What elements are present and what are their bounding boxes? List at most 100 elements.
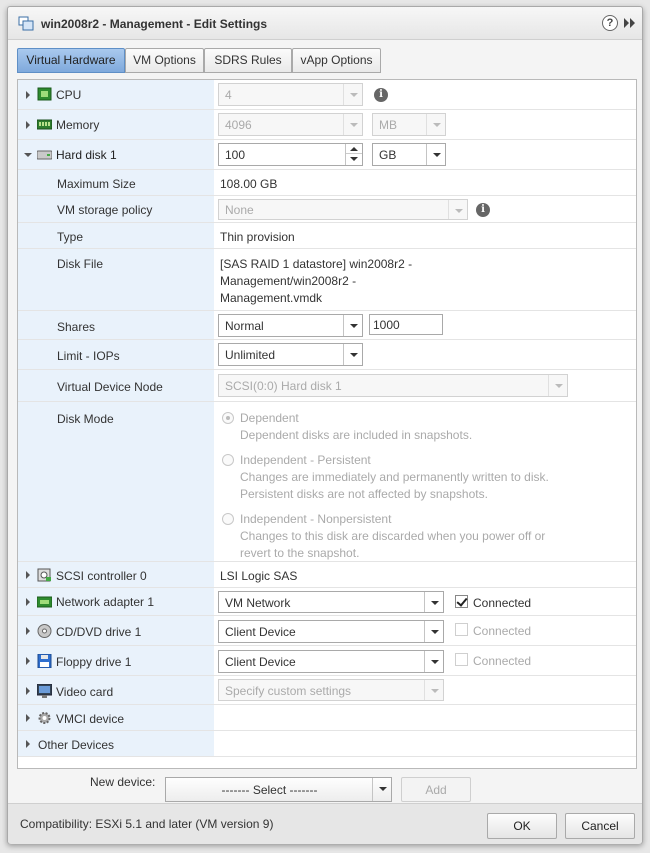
- chevron-down-icon: [372, 778, 391, 801]
- disk-mode-title: Independent - Nonpersistent: [240, 512, 392, 526]
- virtual-device-node-select[interactable]: SCSI(0:0) Hard disk 1: [218, 374, 568, 397]
- max-size-row: Maximum Size 108.00 GB: [18, 170, 636, 196]
- disk-mode-title: Dependent: [240, 411, 299, 425]
- memory-expand-icon[interactable]: [26, 121, 30, 129]
- scsi-controller-value: LSI Logic SAS: [220, 569, 298, 583]
- tab-sdrs-rules[interactable]: SDRS Rules: [204, 48, 292, 73]
- limit-select[interactable]: Unlimited: [218, 343, 363, 366]
- vmci-expand-icon[interactable]: [26, 714, 30, 722]
- disk-mode-description: revert to the snapshot.: [240, 546, 360, 560]
- title-bar: win2008r2 - Management - Edit Settings ?: [8, 7, 642, 40]
- other-devices-row: Other Devices: [18, 731, 636, 757]
- network-adapter-row: Network adapter 1 VM Network Connected: [18, 588, 636, 616]
- scsi-expand-icon[interactable]: [26, 571, 30, 579]
- chevron-down-icon: [424, 680, 443, 700]
- memory-label: Memory: [56, 118, 100, 132]
- cpu-select[interactable]: 4: [218, 83, 363, 106]
- hard-disk-row: Hard disk 1 100 GB: [18, 140, 636, 170]
- limit-label: Limit - IOPs: [57, 349, 120, 363]
- disk-mode-nonpersistent-radio[interactable]: [222, 513, 234, 525]
- cpu-expand-icon[interactable]: [26, 91, 30, 99]
- chevron-down-icon: [343, 344, 362, 365]
- tab-vm-options[interactable]: VM Options: [125, 48, 204, 73]
- chevron-down-icon: [424, 592, 443, 612]
- floppy-expand-icon[interactable]: [26, 657, 30, 665]
- network-connected-label: Connected: [473, 596, 532, 610]
- help-icon[interactable]: ?: [602, 15, 618, 31]
- cd-dvd-expand-icon[interactable]: [26, 627, 30, 635]
- stepper-up-icon[interactable]: [346, 144, 362, 154]
- cd-dvd-label: CD/DVD drive 1: [56, 625, 142, 639]
- disk-mode-description: Persistent disks are not affected by sna…: [240, 487, 488, 501]
- info-icon[interactable]: i: [374, 88, 388, 102]
- shares-select[interactable]: Normal: [218, 314, 363, 337]
- video-card-select[interactable]: Specify custom settings: [218, 679, 444, 701]
- add-device-button[interactable]: Add: [401, 777, 471, 802]
- disk-mode-description: Changes are immediately and permanently …: [240, 470, 549, 484]
- footer-bar: Compatibility: ESXi 5.1 and later (VM ve…: [8, 803, 642, 844]
- disk-mode-persistent-radio[interactable]: [222, 454, 234, 466]
- max-size-value: 108.00 GB: [220, 177, 278, 191]
- type-label: Type: [57, 230, 84, 244]
- memory-row: Memory 4096 MB: [18, 110, 636, 140]
- floppy-row: Floppy drive 1 Client Device Connected: [18, 646, 636, 676]
- disk-mode-dependent-radio[interactable]: [222, 412, 234, 424]
- hard-disk-unit-select[interactable]: GB: [372, 143, 446, 166]
- disk-mode-description: Changes to this disk are discarded when …: [240, 529, 546, 543]
- vm-icon: [18, 16, 34, 31]
- chevron-down-icon: [426, 114, 445, 135]
- video-card-label: Video card: [56, 685, 114, 699]
- network-connected-checkbox[interactable]: [455, 595, 468, 608]
- memory-input[interactable]: 4096: [218, 113, 363, 136]
- disk-file-row: Disk File [SAS RAID 1 datastore] win2008…: [18, 249, 636, 311]
- tab-virtual-hardware[interactable]: Virtual Hardware: [17, 48, 125, 73]
- shares-row: Shares Normal 1000: [18, 311, 636, 340]
- shares-label: Shares: [57, 320, 96, 334]
- dialog-title: win2008r2 - Management - Edit Settings: [41, 17, 268, 31]
- cd-dvd-select[interactable]: Client Device: [218, 620, 444, 643]
- new-device-select[interactable]: ------- Select -------: [165, 777, 392, 802]
- hard-disk-size-input[interactable]: 100: [218, 143, 363, 166]
- chevron-down-icon: [426, 144, 445, 165]
- network-expand-icon[interactable]: [26, 598, 30, 606]
- new-device-area: New device: ------- Select ------- Add: [8, 773, 644, 807]
- cancel-button[interactable]: Cancel: [565, 813, 635, 839]
- stepper-down-icon[interactable]: [346, 154, 362, 164]
- disk-file-line: Management.vmdk: [220, 291, 323, 305]
- video-card-icon: [37, 684, 52, 698]
- floppy-connected-checkbox[interactable]: [455, 653, 468, 666]
- expand-icon[interactable]: [623, 16, 637, 30]
- other-devices-label: Other Devices: [38, 738, 115, 752]
- vmci-gear-icon: [38, 712, 51, 724]
- storage-policy-row: VM storage policy None i: [18, 196, 636, 223]
- tab-vapp-options[interactable]: vApp Options: [292, 48, 381, 73]
- memory-unit-select[interactable]: MB: [372, 113, 446, 136]
- floppy-select[interactable]: Client Device: [218, 650, 444, 673]
- chevron-down-icon: [343, 84, 362, 105]
- chevron-down-icon: [343, 114, 362, 135]
- video-card-expand-icon[interactable]: [26, 687, 30, 695]
- limit-row: Limit - IOPs Unlimited: [18, 340, 636, 370]
- type-row: Type Thin provision: [18, 223, 636, 249]
- chevron-down-icon: [448, 200, 467, 219]
- chevron-down-icon: [424, 651, 443, 672]
- hard-disk-label: Hard disk 1: [56, 148, 117, 162]
- compatibility-text: Compatibility: ESXi 5.1 and later (VM ve…: [20, 817, 274, 831]
- storage-policy-select[interactable]: None: [218, 199, 468, 220]
- disk-mode-title: Independent - Persistent: [240, 453, 371, 467]
- cd-dvd-connected-checkbox[interactable]: [455, 623, 468, 636]
- other-devices-expand-icon[interactable]: [26, 740, 30, 748]
- network-adapter-icon: [37, 596, 52, 608]
- info-icon[interactable]: i: [476, 203, 490, 217]
- cpu-row: CPU 4 i: [18, 80, 636, 110]
- virtual-hardware-panel: CPU 4 i Memory 4096 MB Hard disk 1 100 G…: [17, 79, 637, 769]
- network-select[interactable]: VM Network: [218, 591, 444, 613]
- scsi-controller-label: SCSI controller 0: [56, 569, 147, 583]
- hard-disk-collapse-icon[interactable]: [24, 153, 32, 157]
- shares-value-input[interactable]: 1000: [369, 314, 443, 335]
- chevron-down-icon: [548, 375, 567, 396]
- cd-dvd-icon: [37, 624, 52, 638]
- ok-button[interactable]: OK: [487, 813, 557, 839]
- disk-file-line: [SAS RAID 1 datastore] win2008r2 -: [220, 257, 413, 271]
- edit-settings-dialog: win2008r2 - Management - Edit Settings ?…: [7, 6, 643, 844]
